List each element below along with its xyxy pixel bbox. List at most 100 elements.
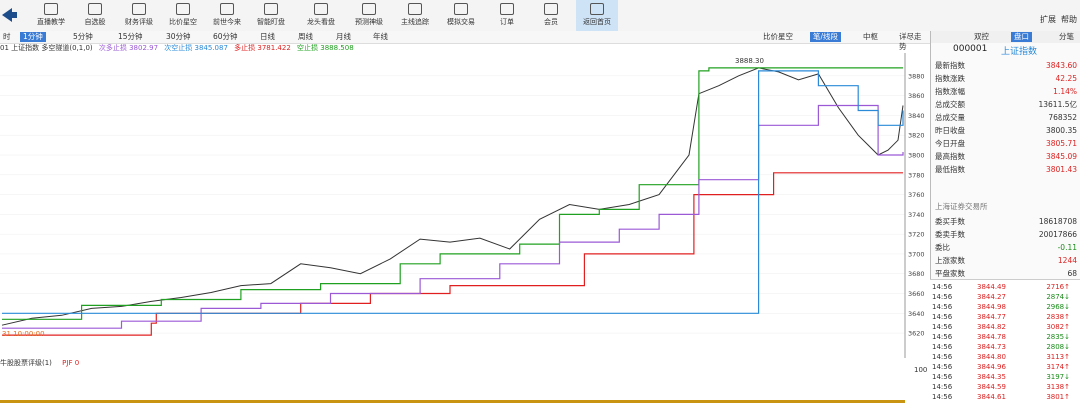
toolbar-button-mainline[interactable]: 主线追踪 (394, 0, 436, 31)
expand-button[interactable]: 扩展 (1040, 14, 1056, 25)
period-tab-month[interactable]: 月线 (333, 32, 354, 42)
tab-tick-detail[interactable]: 分笔 (1056, 32, 1077, 42)
tab-detailed-trend[interactable]: 详尽走势 (896, 32, 930, 51)
price-chart[interactable]: 3620 3640 3660 3680 3700 3720 3740 3760 3780 3800… (0, 53, 930, 358)
quote-extra-row: 上涨家数 1244 (935, 255, 1077, 267)
ai-icon (362, 3, 376, 15)
tick-price: 3844.96 (977, 363, 1006, 371)
quote-label: 最高指数 (935, 152, 965, 161)
tick-row: 14:56 3844.98 2968↓ (932, 302, 1078, 312)
tick-row: 14:56 3844.82 3082↑ (932, 322, 1078, 332)
tick-time: 14:56 (932, 313, 953, 321)
tick-volume: 2968↓ (1046, 303, 1070, 311)
legend-item-long-stop: 多止损 3781.422 (234, 44, 291, 52)
tick-price: 3844.27 (977, 293, 1006, 301)
toolbar-button-watchlist[interactable]: 自选股 (74, 0, 116, 31)
toolbar-button-live[interactable]: 直播教学 (30, 0, 72, 31)
tick-list[interactable]: 14:56 3844.49 2716↑ 14:56 3844.27 2874↓ 14:56 3… (930, 279, 1080, 406)
help-button[interactable]: 帮助 (1061, 14, 1077, 25)
toolbar-button-monitor[interactable]: 智能盯盘 (250, 0, 292, 31)
period-tab-15min[interactable]: 15分钟 (115, 32, 146, 42)
tab-price-compare[interactable]: 比价星空 (760, 32, 796, 42)
period-tab-5min[interactable]: 5分钟 (70, 32, 96, 42)
quote-value: 3805.71 (1045, 139, 1077, 148)
quote-value: 42.25 (1055, 74, 1077, 83)
tick-time: 14:56 (932, 283, 953, 291)
tick-volume: 2716↑ (1046, 283, 1070, 291)
tick-volume: 3801↑ (1046, 393, 1070, 401)
legend-item-sub-short-stop: 次空止损 3845.087 (164, 44, 228, 52)
chart-mode-tabs: 比价星空 笔/线段 中枢 详尽走势 (760, 31, 930, 51)
toolbar-button-member[interactable]: 会员 (530, 0, 572, 31)
exchange-name: 上海证券交易所 (935, 202, 988, 211)
period-tab-time[interactable]: 时 (0, 32, 14, 42)
toolbar-button-history[interactable]: 前世今来 (206, 0, 248, 31)
period-tab-year[interactable]: 年线 (370, 32, 391, 42)
quote-header: 000001 上证指数 (931, 44, 1080, 57)
tick-time: 14:56 (932, 303, 953, 311)
toolbar-button-leader[interactable]: 龙头看盘 (300, 0, 342, 31)
toolbar-button-finance[interactable]: 财务评级 (118, 0, 160, 31)
quote-row: 最高指数 3845.09 (935, 151, 1077, 163)
quote-extra-label: 委买手数 (935, 217, 965, 226)
toolbar-button-predict[interactable]: 预测神级 (348, 0, 390, 31)
tick-volume: 3197↓ (1046, 373, 1070, 381)
chart-icon (132, 3, 146, 15)
y-tick-label: 3640 (908, 310, 925, 318)
y-tick-label: 3780 (908, 171, 925, 179)
quote-value: 3800.35 (1045, 126, 1077, 135)
y-tick-label: 3800 (908, 152, 925, 160)
tick-price: 3844.61 (977, 393, 1006, 401)
period-tab-60min[interactable]: 60分钟 (210, 32, 241, 42)
quote-value: 13611.5亿 (1038, 100, 1077, 109)
quote-row: 最低指数 3801.43 (935, 164, 1077, 176)
quote-extra-value: 1244 (1057, 256, 1077, 265)
play-icon (44, 3, 58, 15)
quote-value: 3843.60 (1045, 61, 1077, 70)
tick-time: 14:56 (932, 323, 953, 331)
quote-extra-row: 委卖手数 20017866 (935, 229, 1077, 241)
monitor-icon (264, 3, 278, 15)
legend-item-sub-long-stop: 次多止损 3802.97 (98, 44, 159, 52)
period-tab-30min[interactable]: 30分钟 (163, 32, 194, 42)
tick-time: 14:56 (932, 373, 953, 381)
toolbar-button-compare[interactable]: 比价星空 (162, 0, 204, 31)
tick-time: 14:56 (932, 333, 953, 341)
tab-order-book[interactable]: 盘口 (1011, 32, 1032, 42)
quote-label: 指数涨跌 (935, 74, 965, 83)
tick-time: 14:56 (932, 343, 953, 351)
tick-row: 14:56 3844.27 2874↓ (932, 292, 1078, 302)
stock-code: 000001 (953, 44, 988, 54)
indicator-scale: 100 (914, 366, 928, 374)
toolbar-button-home[interactable]: 返回首页 (576, 0, 618, 31)
quote-label: 最新指数 (935, 61, 965, 70)
chart-legend: 01 上证指数 多空隧道(0,1,0) 次多止损 3802.97 次空止损 38… (0, 43, 358, 53)
star-icon (88, 3, 102, 15)
quote-label: 总成交量 (935, 113, 965, 122)
quote-panel-tabs: 双控 盘口 分笔 (931, 31, 1080, 43)
quote-value: 768352 (1048, 113, 1077, 122)
tick-volume: 2874↓ (1046, 293, 1070, 301)
tick-row: 14:56 3844.49 2716↑ (932, 282, 1078, 292)
legend-index-label: 01 上证指数 多空隧道(0,1,0) (0, 44, 93, 52)
tick-time: 14:56 (932, 383, 953, 391)
back-arrow-icon[interactable] (0, 5, 18, 25)
quote-extra-row: 委买手数 18618708 (935, 216, 1077, 228)
quote-row: 昨日收盘 3800.35 (935, 125, 1077, 137)
quote-label: 总成交额 (935, 100, 965, 109)
toolbar-button-order[interactable]: 订单 (486, 0, 528, 31)
tab-dual-control[interactable]: 双控 (971, 32, 992, 42)
quote-extra-value: 18618708 (1038, 217, 1077, 226)
chart-top-label: 3888.30 (735, 57, 764, 65)
period-tab-day[interactable]: 日线 (257, 32, 278, 42)
tick-volume: 3174↑ (1046, 363, 1070, 371)
history-icon (220, 3, 234, 15)
tab-pivot[interactable]: 中枢 (860, 32, 881, 42)
tick-volume: 2838↑ (1046, 313, 1070, 321)
tick-price: 3844.35 (977, 373, 1006, 381)
y-axis: 3620 3640 3660 3680 3700 3720 3740 3760 3780 3800… (904, 53, 925, 358)
tab-stroke-segment[interactable]: 笔/线段 (810, 32, 842, 42)
period-tab-week[interactable]: 周线 (295, 32, 316, 42)
toolbar-button-simulate[interactable]: 模拟交易 (440, 0, 482, 31)
period-tab-1min[interactable]: 1分钟 (20, 32, 46, 42)
